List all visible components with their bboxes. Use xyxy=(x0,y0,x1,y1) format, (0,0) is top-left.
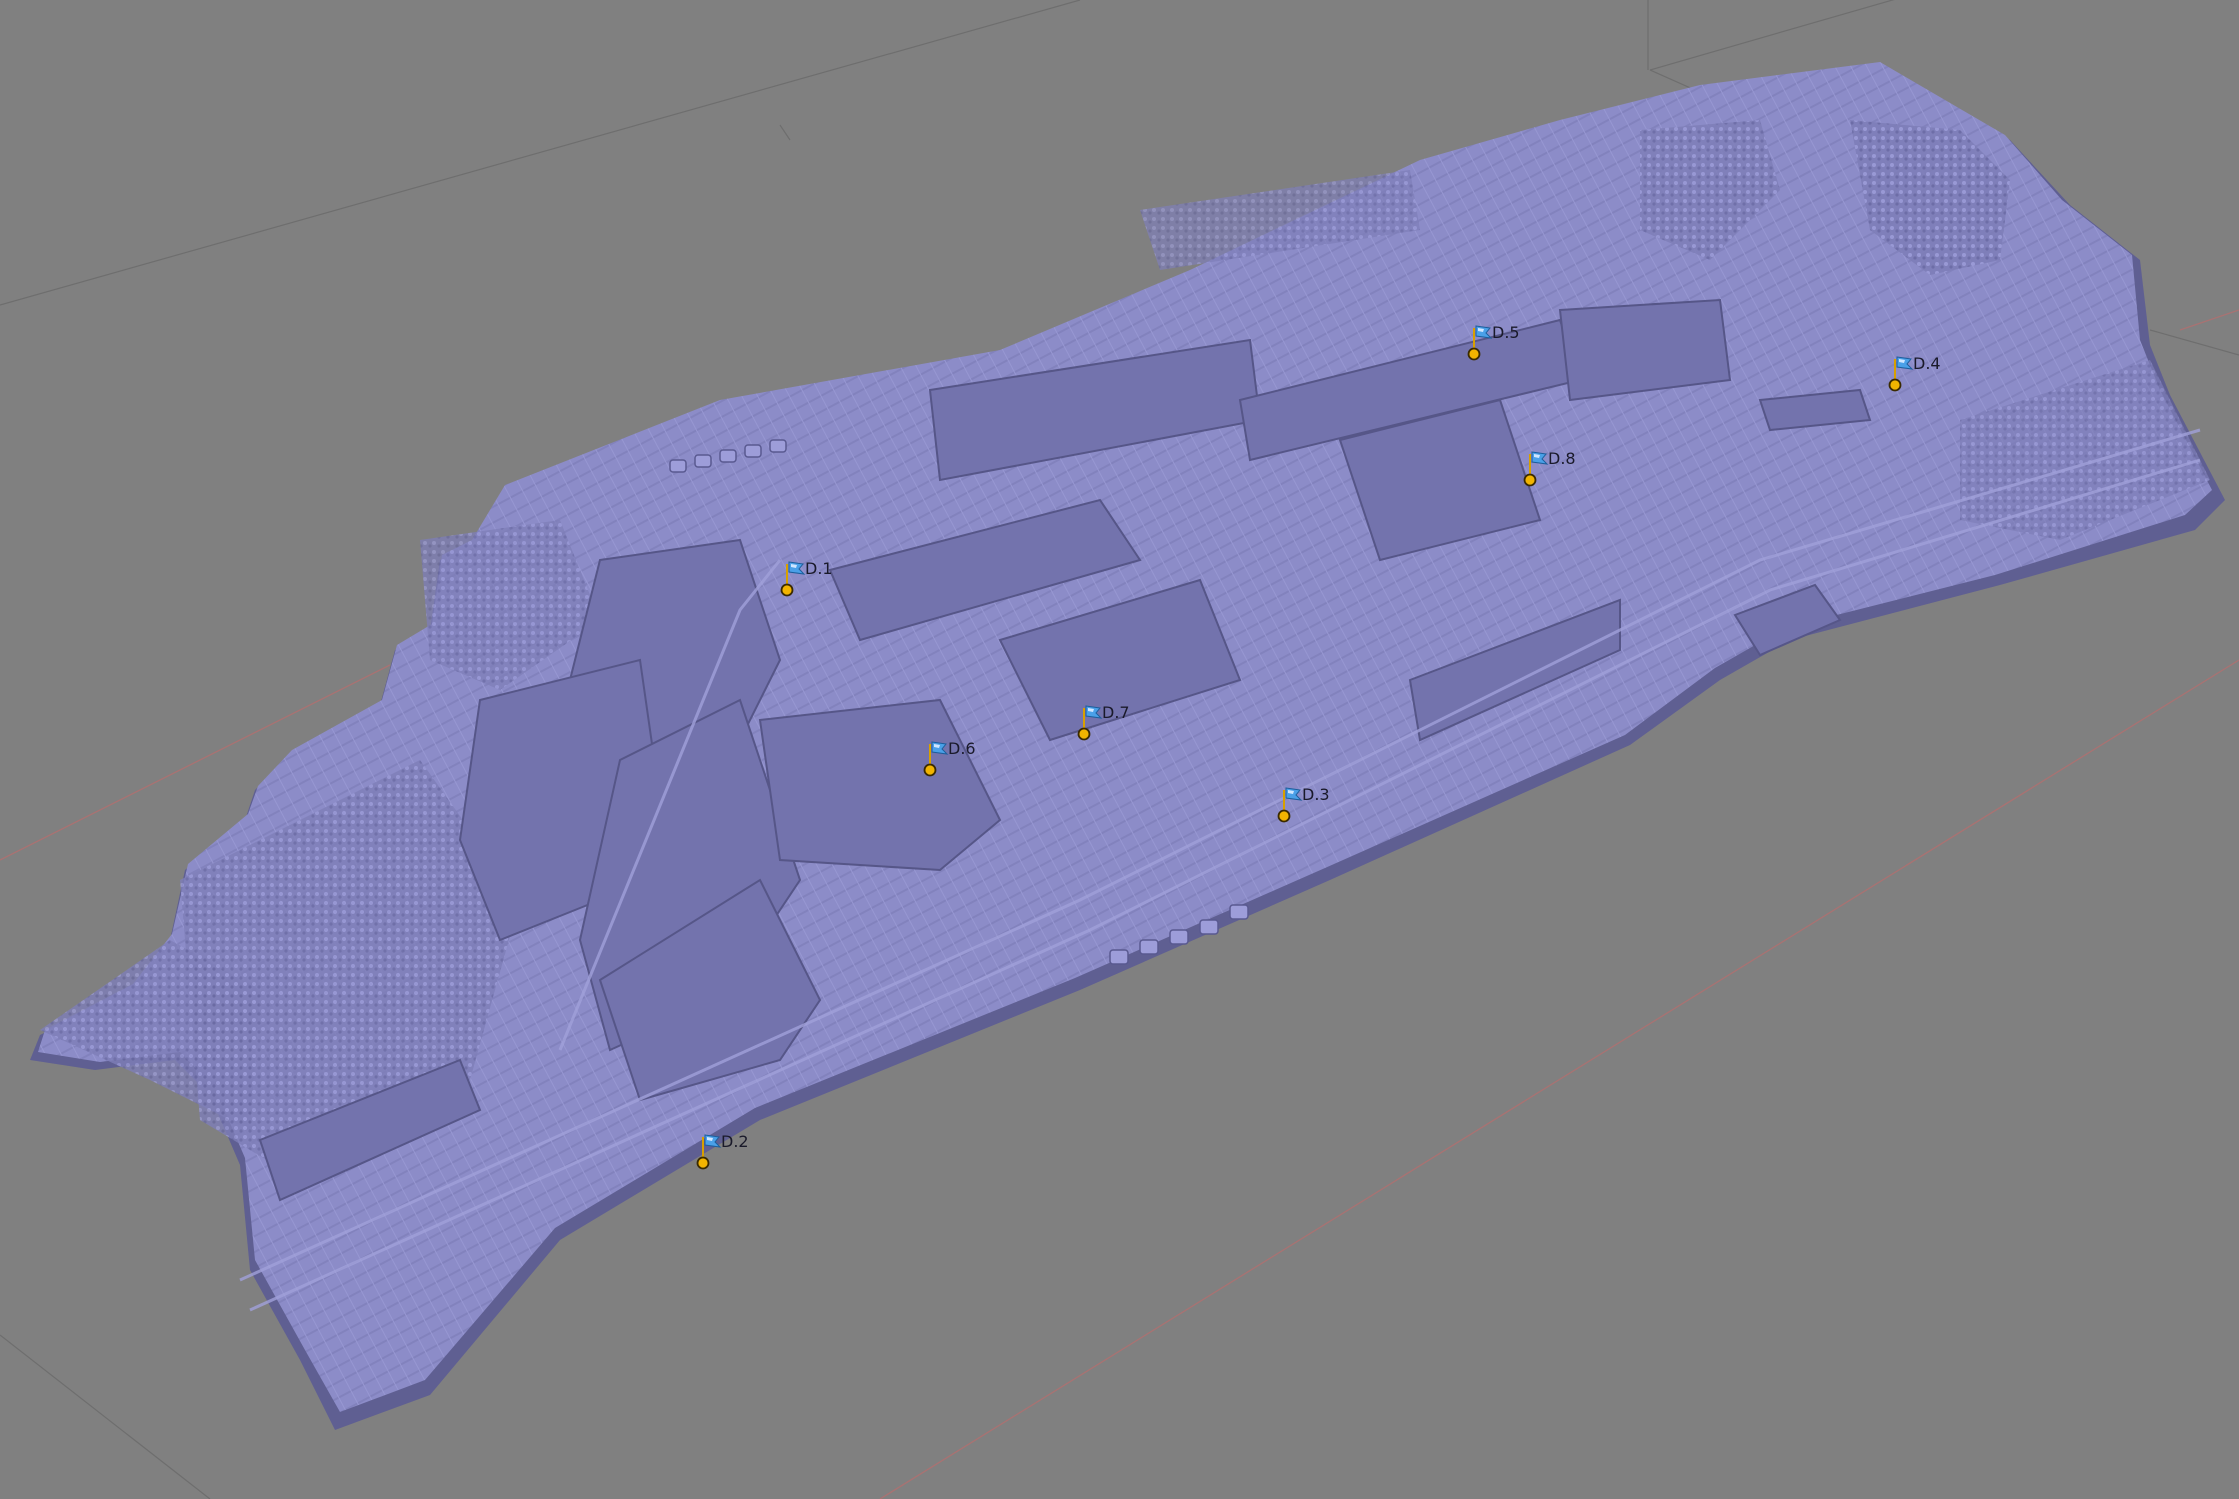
marker-point[interactable] xyxy=(1277,809,1291,823)
marker-label: D.7 xyxy=(1102,703,1130,722)
marker-point[interactable] xyxy=(1077,727,1091,741)
marker-label: D.4 xyxy=(1913,354,1941,373)
scene-canvas[interactable]: D.1 D.2 D.3 D.4 D.5 D.6 D.7 D.8 xyxy=(0,0,2239,1499)
marker-point[interactable] xyxy=(780,583,794,597)
marker-point[interactable] xyxy=(1523,473,1537,487)
marker-label: D.3 xyxy=(1302,785,1330,804)
3d-viewport[interactable]: D.1 D.2 D.3 D.4 D.5 D.6 D.7 D.8 xyxy=(0,0,2239,1499)
marker-label: D.5 xyxy=(1492,323,1520,342)
marker-label: D.6 xyxy=(948,739,976,758)
marker-point[interactable] xyxy=(1888,378,1902,392)
marker-label: D.2 xyxy=(721,1132,749,1151)
marker-point[interactable] xyxy=(696,1156,710,1170)
marker-label: D.1 xyxy=(805,559,833,578)
marker-label: D.8 xyxy=(1548,449,1576,468)
reconstructed-mesh xyxy=(30,62,2225,1430)
marker-point[interactable] xyxy=(923,763,937,777)
marker-point[interactable] xyxy=(1467,347,1481,361)
